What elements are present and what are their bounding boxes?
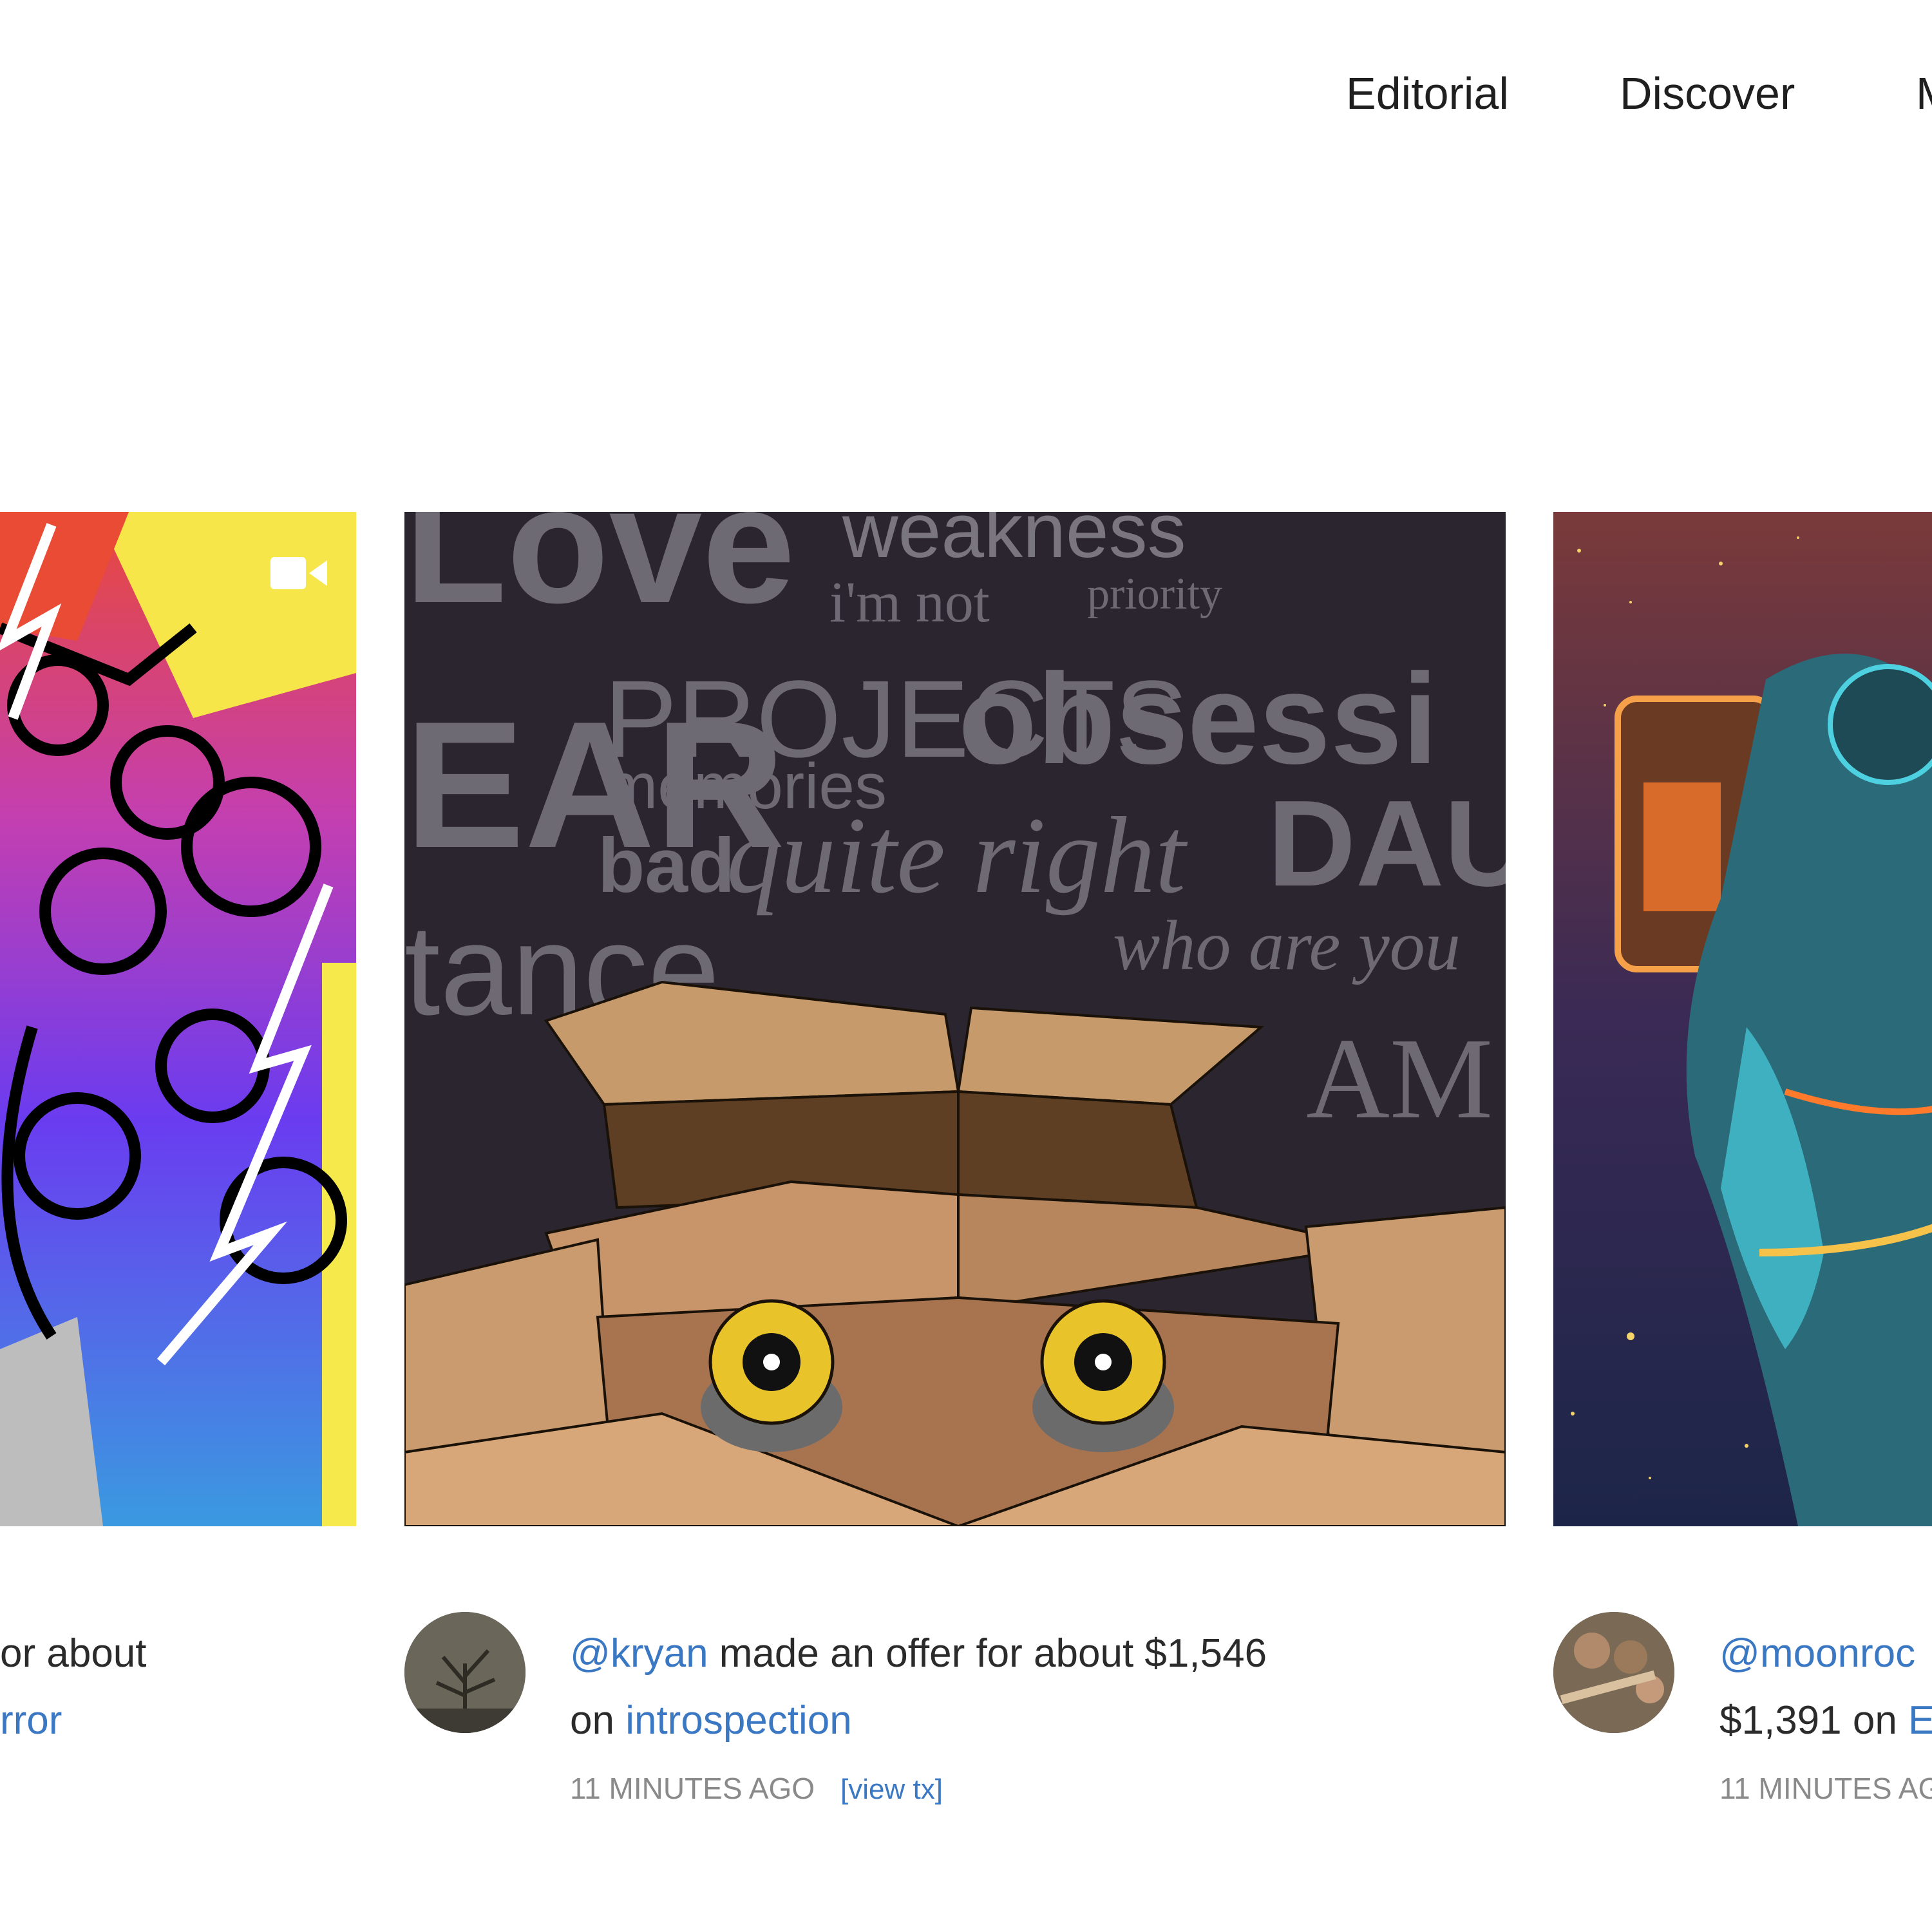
- caption-left-line1: or about: [0, 1631, 147, 1676]
- artwork-word-im-not: i'm not: [829, 571, 990, 634]
- video-camera-icon: [270, 557, 327, 589]
- on-text: on: [570, 1698, 626, 1743]
- artwork-image-left[interactable]: [0, 512, 356, 1526]
- amount-text: $1,391 on: [1719, 1698, 1909, 1743]
- timestamp: 11 MINUTES AGO: [570, 1772, 815, 1805]
- caption-kryan-line1: @kryan made an offer for about $1,546: [570, 1620, 1267, 1687]
- nav-more-truncated[interactable]: M: [1916, 64, 1932, 122]
- nav-editorial[interactable]: Editorial: [1346, 64, 1509, 122]
- svg-text:Love: Love: [404, 512, 795, 638]
- meta-kryan: 11 MINUTES AGO [view tx]: [570, 1771, 943, 1806]
- artwork-word-quite-right: quite right: [726, 795, 1188, 916]
- meta-moonroc: 11 MINUTES AG: [1719, 1771, 1932, 1806]
- offer-text: made an offer for about $1,546: [708, 1631, 1267, 1676]
- artwork-word-weakness: weakness: [842, 512, 1186, 574]
- top-nav: Editorial Discover M: [0, 0, 1932, 193]
- artwork-word-priority: priority: [1087, 569, 1222, 619]
- caption-kryan-line2: on introspection: [570, 1687, 852, 1754]
- view-tx-link[interactable]: [view tx]: [840, 1774, 943, 1805]
- artwork-word-bad: bad: [598, 822, 735, 909]
- artwork-word-obsessi: obsessi: [958, 647, 1438, 791]
- artwork-image-astronaut[interactable]: [1553, 512, 1932, 1526]
- artwork-link-introspection[interactable]: introspection: [625, 1698, 852, 1743]
- artwork-link-truncated[interactable]: E: [1908, 1698, 1932, 1743]
- artwork-word-daug: DAUG: [1267, 775, 1506, 912]
- timestamp: 11 MINUTES AG: [1719, 1772, 1932, 1805]
- caption-left-artwork-link[interactable]: rror: [0, 1687, 62, 1754]
- artwork-image-introspection[interactable]: Love weakness i'm not priority EAR PROJE…: [404, 512, 1506, 1526]
- nav-discover[interactable]: Discover: [1620, 64, 1795, 122]
- caption-moonroc-line1: @moonroc: [1719, 1620, 1915, 1687]
- artwork-word-who-are-you: who are you: [1113, 906, 1461, 985]
- user-link-moonroc[interactable]: @moonroc: [1719, 1631, 1915, 1676]
- user-link-kryan[interactable]: @kryan: [570, 1631, 708, 1676]
- avatar-moonroc[interactable]: [1553, 1612, 1674, 1733]
- svg-text:AM: AM: [1306, 1014, 1493, 1142]
- caption-moonroc-line2: $1,391 on E: [1719, 1687, 1932, 1754]
- avatar-kryan[interactable]: [404, 1612, 526, 1733]
